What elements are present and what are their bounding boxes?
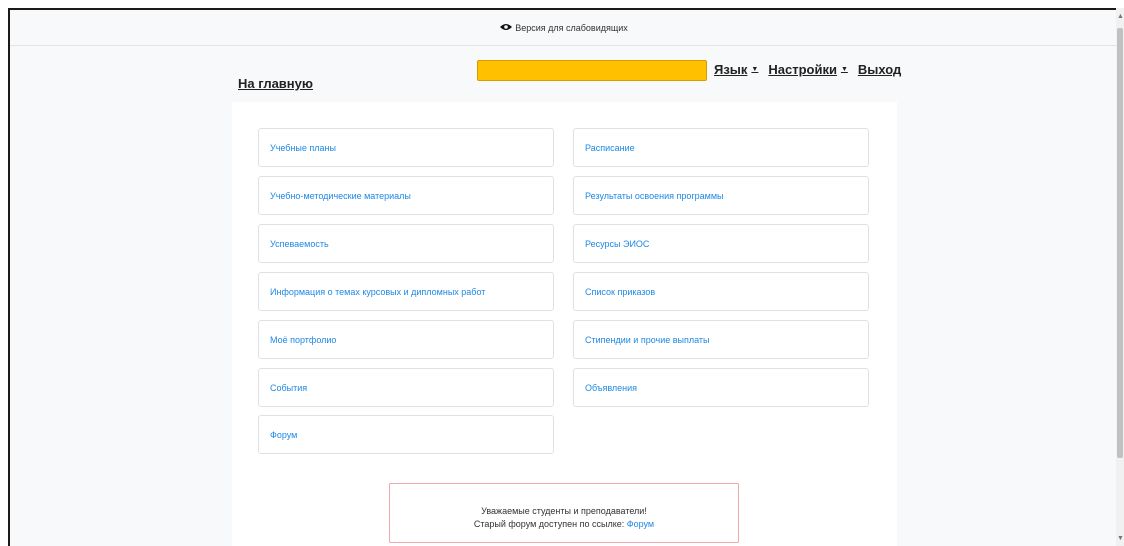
forum-notice: Уважаемые студенты и преподаватели! Стар…: [389, 483, 739, 543]
settings-menu[interactable]: Настройки ▼: [768, 62, 848, 77]
card-coursework-topics[interactable]: Информация о темах курсовых и дипломных …: [258, 272, 554, 311]
card-announcements[interactable]: Объявления: [573, 368, 869, 407]
eye-icon[interactable]: [500, 23, 513, 33]
notice-line-2: Старый форум доступен по ссылке: Форум: [390, 518, 738, 531]
card-eios-resources[interactable]: Ресурсы ЭИОС: [573, 224, 869, 263]
scroll-down-arrow-icon[interactable]: ▼: [1117, 535, 1124, 542]
card-curricula[interactable]: Учебные планы: [258, 128, 554, 167]
accessibility-link[interactable]: Версия для слабовидящих: [515, 23, 628, 33]
card-teaching-materials[interactable]: Учебно-методические материалы: [258, 176, 554, 215]
card-portfolio[interactable]: Моё портфолио: [258, 320, 554, 359]
nav-menu: Язык ▼ Настройки ▼ Выход: [714, 62, 901, 77]
notice-text: Старый форум доступен по ссылке:: [473, 519, 625, 529]
notice-line-1: Уважаемые студенты и преподаватели!: [481, 506, 647, 516]
browser-viewport: Версия для слабовидящих На главную Язык ▼…: [8, 8, 1116, 546]
scroll-up-arrow-icon[interactable]: ▲: [1117, 13, 1124, 20]
logout-label: Выход: [857, 62, 902, 77]
card-scholarships[interactable]: Стипендии и прочие выплаты: [573, 320, 869, 359]
logout-link[interactable]: Выход: [858, 62, 901, 77]
navbar: На главную Язык ▼ Настройки ▼ Выход: [10, 47, 1116, 103]
main-content: Учебные планы Учебно-методические матери…: [232, 102, 897, 546]
card-program-results[interactable]: Результаты освоения программы: [573, 176, 869, 215]
caret-down-icon: ▼: [840, 66, 848, 73]
card-performance[interactable]: Успеваемость: [258, 224, 554, 263]
language-menu-label: Язык: [714, 62, 748, 77]
home-link[interactable]: На главную: [238, 76, 313, 91]
card-schedule[interactable]: Расписание: [573, 128, 869, 167]
scroll-thumb[interactable]: [1117, 28, 1123, 458]
card-forum[interactable]: Форум: [258, 415, 554, 454]
settings-menu-label: Настройки: [768, 62, 837, 77]
search-input[interactable]: [477, 60, 707, 81]
card-events[interactable]: События: [258, 368, 554, 407]
vertical-scrollbar[interactable]: ▲ ▼: [1116, 8, 1124, 546]
accessibility-bar: Версия для слабовидящих: [10, 10, 1116, 46]
caret-down-icon: ▼: [751, 66, 759, 73]
language-menu[interactable]: Язык ▼: [714, 62, 758, 77]
old-forum-link[interactable]: Форум: [627, 519, 654, 529]
card-orders-list[interactable]: Список приказов: [573, 272, 869, 311]
